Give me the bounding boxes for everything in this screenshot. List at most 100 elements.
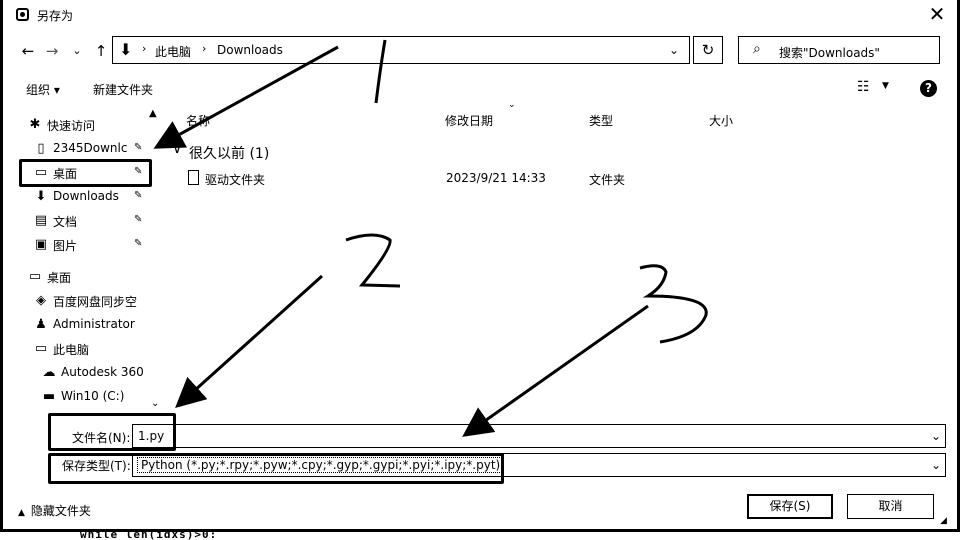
filetype-select[interactable]: Python (*.py;*.rpy;*.pyw;*.cpy;*.gyp;*.g…: [132, 453, 946, 477]
app-icon: [16, 8, 29, 21]
sidebar-item-label: Win10 (C:): [61, 389, 125, 403]
pin-icon: ✎: [134, 190, 143, 201]
window-border: [0, 0, 3, 540]
annotation-arrow-2: [175, 274, 324, 409]
view-options-icon[interactable]: ☷: [857, 79, 870, 95]
sidebar-item-label: 2345Downlc: [53, 141, 128, 155]
search-icon: ⌕: [753, 41, 761, 57]
window-title: 另存为: [37, 9, 74, 23]
computer-icon: ▭: [34, 341, 48, 356]
sidebar-item-administrator[interactable]: ♟ Administrator: [30, 315, 160, 335]
filename-field[interactable]: 1.py ⌄: [132, 424, 946, 448]
sidebar-item-pictures[interactable]: ▣ 图片 ✎: [30, 235, 160, 255]
resize-grip-icon[interactable]: ◢: [940, 516, 947, 526]
sidebar-item-label: Downloads: [53, 189, 119, 203]
background-editor-strip: while len(idxs)>0:: [0, 532, 960, 540]
annotation-arrow-3: [462, 304, 649, 437]
sidebar-item-baidu-sync[interactable]: ◈ 百度网盘同步空: [30, 291, 160, 311]
forward-arrow-icon[interactable]: →: [44, 40, 60, 62]
sidebar-item-label: Autodesk 360: [61, 365, 144, 379]
table-row[interactable]: 驱动文件夹 2023/9/21 14:33 文件夹: [168, 168, 948, 190]
address-bar[interactable]: ⬇ › 此电脑 › Downloads ⌄: [112, 36, 690, 64]
navigation-pane: ✱ 快速访问 ▯ 2345Downlc ✎ ▭ 桌面 ✎ ⬇ Downloads…: [0, 110, 165, 410]
pin-icon: ✎: [134, 214, 143, 225]
annotation-mark-3: [639, 264, 708, 344]
sidebar-item-label: 快速访问: [47, 119, 96, 133]
sidebar-item-this-pc[interactable]: ▭ 此电脑: [30, 339, 160, 359]
filetype-label: 保存类型(T):: [62, 459, 131, 473]
folder-icon: [188, 170, 199, 185]
filename-label: 文件名(N):: [72, 431, 131, 445]
pin-icon: ✎: [134, 166, 143, 177]
desktop-icon: ▭: [34, 165, 48, 180]
sidebar-item-label: 文档: [53, 215, 78, 229]
cancel-button[interactable]: 取消: [847, 494, 934, 519]
view-dropdown-icon[interactable]: ▼: [882, 81, 889, 91]
group-label: 很久以前 (1): [189, 146, 270, 162]
help-icon[interactable]: ?: [920, 80, 937, 97]
save-button[interactable]: 保存(S): [747, 494, 833, 519]
hide-folders-label: 隐藏文件夹: [30, 504, 91, 518]
picture-icon: ▣: [34, 237, 48, 252]
chevron-up-icon: ▲: [18, 508, 25, 518]
scroll-up-icon[interactable]: ▲: [149, 108, 157, 119]
chevron-down-icon[interactable]: ⌄: [931, 429, 941, 443]
star-icon: ✱: [29, 117, 41, 132]
sidebar-item-label: 图片: [53, 239, 78, 253]
column-header-modified[interactable]: 修改日期: [445, 112, 493, 129]
breadcrumb-separator: ›: [142, 42, 147, 55]
save-as-dialog: 另存为 ✕ ← → ⌄ ↑ ⬇ › 此电脑 › Downloads ⌄ ↻ ⌕ …: [0, 0, 960, 540]
pin-icon: ✎: [134, 238, 143, 249]
refresh-button[interactable]: ↻: [693, 36, 723, 64]
sidebar-item-drive-c[interactable]: ▬ Win10 (C:): [38, 387, 168, 407]
sidebar-item-autodesk360[interactable]: ☁ Autodesk 360: [38, 363, 168, 383]
file-modified: 2023/9/21 14:33: [446, 171, 546, 185]
up-arrow-icon[interactable]: ↑: [92, 40, 110, 62]
breadcrumb-separator: ›: [202, 42, 207, 55]
sidebar-item-documents[interactable]: ▤ 文档 ✎: [30, 211, 160, 231]
breadcrumb-downloads[interactable]: Downloads: [217, 43, 283, 57]
cloud-drive-icon: ☁: [42, 365, 56, 380]
sidebar-item-downloads[interactable]: ⬇ Downloads ✎: [30, 187, 160, 207]
sidebar-item-label: 桌面: [47, 271, 72, 285]
column-header-type[interactable]: 类型: [589, 112, 613, 129]
cloud-icon: ◈: [36, 293, 46, 308]
sidebar-item-2345downloads[interactable]: ▯ 2345Downlc ✎: [30, 139, 160, 159]
scroll-down-icon[interactable]: ⌄: [151, 398, 159, 409]
search-input[interactable]: ⌕ 搜索"Downloads": [738, 36, 940, 64]
desktop-icon: ▭: [28, 269, 42, 284]
sidebar-item-label: Administrator: [53, 317, 135, 331]
back-arrow-icon[interactable]: ←: [18, 40, 38, 62]
sidebar-item-desktop-root[interactable]: ▭ 桌面: [24, 267, 154, 287]
file-name: 驱动文件夹: [205, 173, 266, 187]
background-code-text: while len(idxs)>0:: [80, 532, 218, 540]
column-header-name[interactable]: 名称: [186, 112, 210, 129]
file-type: 文件夹: [589, 173, 626, 187]
drive-icon: ▬: [42, 389, 56, 404]
annotation-mark-2: [345, 233, 401, 288]
download-icon: ⬇: [119, 40, 133, 59]
sidebar-item-label: 桌面: [53, 167, 78, 181]
chevron-down-icon[interactable]: ⌄: [669, 43, 679, 57]
organize-menu-button[interactable]: 组织 ▾: [26, 81, 60, 98]
download-icon: ⬇: [35, 189, 47, 204]
recent-locations-icon[interactable]: ⌄: [70, 40, 84, 62]
sidebar-item-desktop[interactable]: ▭ 桌面 ✎: [30, 163, 160, 183]
chevron-down-icon[interactable]: ⌄: [931, 458, 941, 472]
sidebar-item-label: 此电脑: [53, 343, 90, 357]
sidebar-item-label: 百度网盘同步空: [53, 295, 138, 309]
title-bar: 另存为 ✕: [0, 0, 960, 30]
user-icon: ♟: [35, 317, 47, 332]
filename-value: 1.py: [138, 429, 165, 443]
pin-icon: ✎: [134, 142, 143, 153]
command-bar: 组织 ▾ 新建文件夹 ☷ ▼: [0, 76, 960, 102]
sidebar-item-quick-access[interactable]: ✱ 快速访问: [24, 115, 154, 135]
search-placeholder: 搜索"Downloads": [779, 46, 880, 60]
hide-folders-toggle[interactable]: ▲ 隐藏文件夹: [18, 502, 91, 519]
breadcrumb-this-pc[interactable]: 此电脑: [155, 43, 191, 60]
new-folder-button[interactable]: 新建文件夹: [93, 81, 153, 98]
blank-folder-icon: ▯: [37, 141, 45, 156]
column-header-size[interactable]: 大小: [709, 112, 733, 129]
filetype-value: Python (*.py;*.rpy;*.pyw;*.cpy;*.gyp;*.g…: [137, 457, 505, 473]
close-icon[interactable]: ✕: [925, 2, 949, 26]
